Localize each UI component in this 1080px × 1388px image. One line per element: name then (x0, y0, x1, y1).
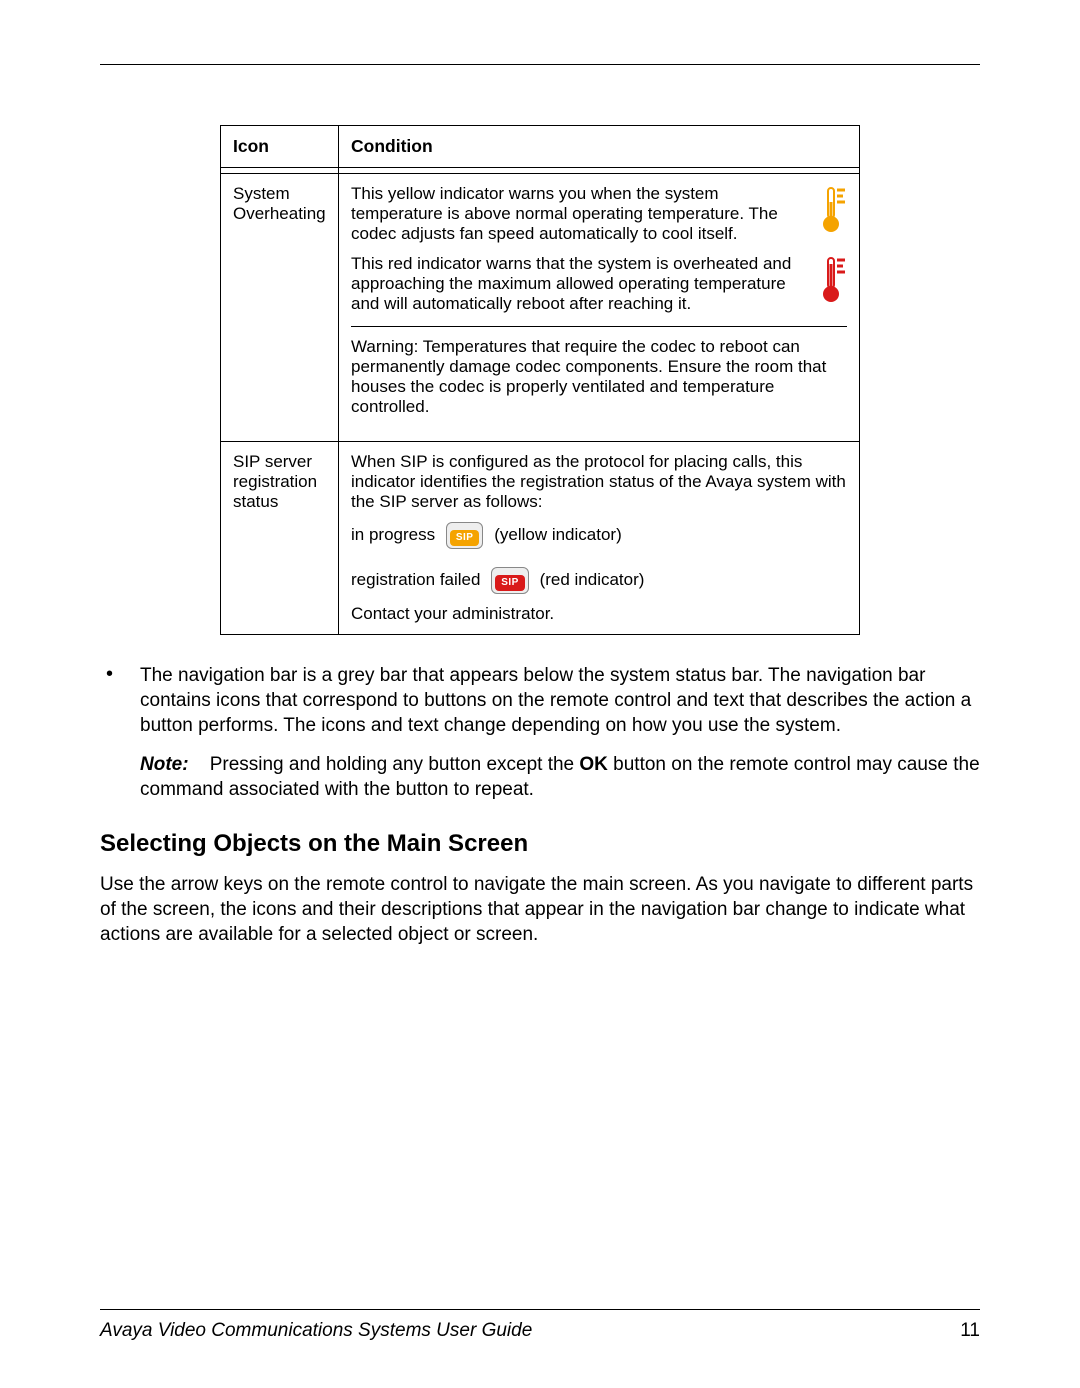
sip-failed-line: registration failed SIP (red indicator) (351, 567, 847, 594)
condition-warning: Warning: Temperatures that require the c… (351, 337, 847, 417)
sip-badge-text: SIP (495, 575, 525, 591)
sip-inprogress-line: in progress SIP (yellow indicator) (351, 522, 847, 549)
condition-red-text: This red indicator warns that the system… (351, 254, 791, 313)
footer-row: Avaya Video Communications Systems User … (100, 1320, 980, 1342)
condition-yellow: This yellow indicator warns you when the… (351, 184, 847, 244)
condition-red: This red indicator warns that the system… (351, 254, 847, 314)
page: Icon Condition System Overheating This y… (0, 0, 1080, 1388)
section-heading: Selecting Objects on the Main Screen (100, 830, 980, 858)
header-icon: Icon (221, 126, 339, 167)
row-icon-label: System Overheating (221, 174, 339, 441)
note-ok: OK (579, 754, 608, 775)
condition-yellow-text: This yellow indicator warns you when the… (351, 184, 778, 243)
row-icon-label: SIP server registration status (221, 442, 339, 634)
thermometer-yellow-icon (819, 184, 847, 234)
bullet-dot-icon: • (100, 663, 140, 738)
sip-red-icon: SIP (491, 567, 529, 594)
footer-title: Avaya Video Communications Systems User … (100, 1320, 532, 1342)
bullet-item: • The navigation bar is a grey bar that … (100, 663, 980, 738)
sip-badge-text: SIP (450, 530, 480, 546)
inner-rule (351, 326, 847, 327)
sip-intro: When SIP is configured as the protocol f… (351, 452, 847, 512)
sip-inprogress-suffix: (yellow indicator) (494, 525, 622, 544)
top-rule (100, 64, 980, 65)
footer-page-number: 11 (960, 1320, 980, 1342)
note-label: Note: (140, 754, 189, 775)
sip-yellow-icon: SIP (446, 522, 484, 549)
sip-failed-prefix: registration failed (351, 570, 480, 589)
thermometer-red-icon (819, 254, 847, 304)
page-footer: Avaya Video Communications Systems User … (100, 1309, 980, 1342)
row-condition: This yellow indicator warns you when the… (339, 174, 859, 441)
footer-rule (100, 1309, 980, 1310)
bullet-text: The navigation bar is a grey bar that ap… (140, 663, 980, 738)
row-condition: When SIP is configured as the protocol f… (339, 442, 859, 634)
table-row: System Overheating This yellow indicator… (221, 174, 859, 442)
header-condition: Condition (339, 126, 859, 167)
sip-failed-suffix: (red indicator) (540, 570, 645, 589)
sip-contact: Contact your administrator. (351, 604, 847, 624)
table-header-row: Icon Condition (221, 126, 859, 168)
note-block: Note: Pressing and holding any button ex… (140, 752, 980, 802)
note-before-ok: Pressing and holding any button except t… (210, 754, 580, 775)
sip-inprogress-prefix: in progress (351, 525, 435, 544)
section-body: Use the arrow keys on the remote control… (100, 872, 980, 947)
conditions-table: Icon Condition System Overheating This y… (220, 125, 860, 635)
table-row: SIP server registration status When SIP … (221, 442, 859, 634)
